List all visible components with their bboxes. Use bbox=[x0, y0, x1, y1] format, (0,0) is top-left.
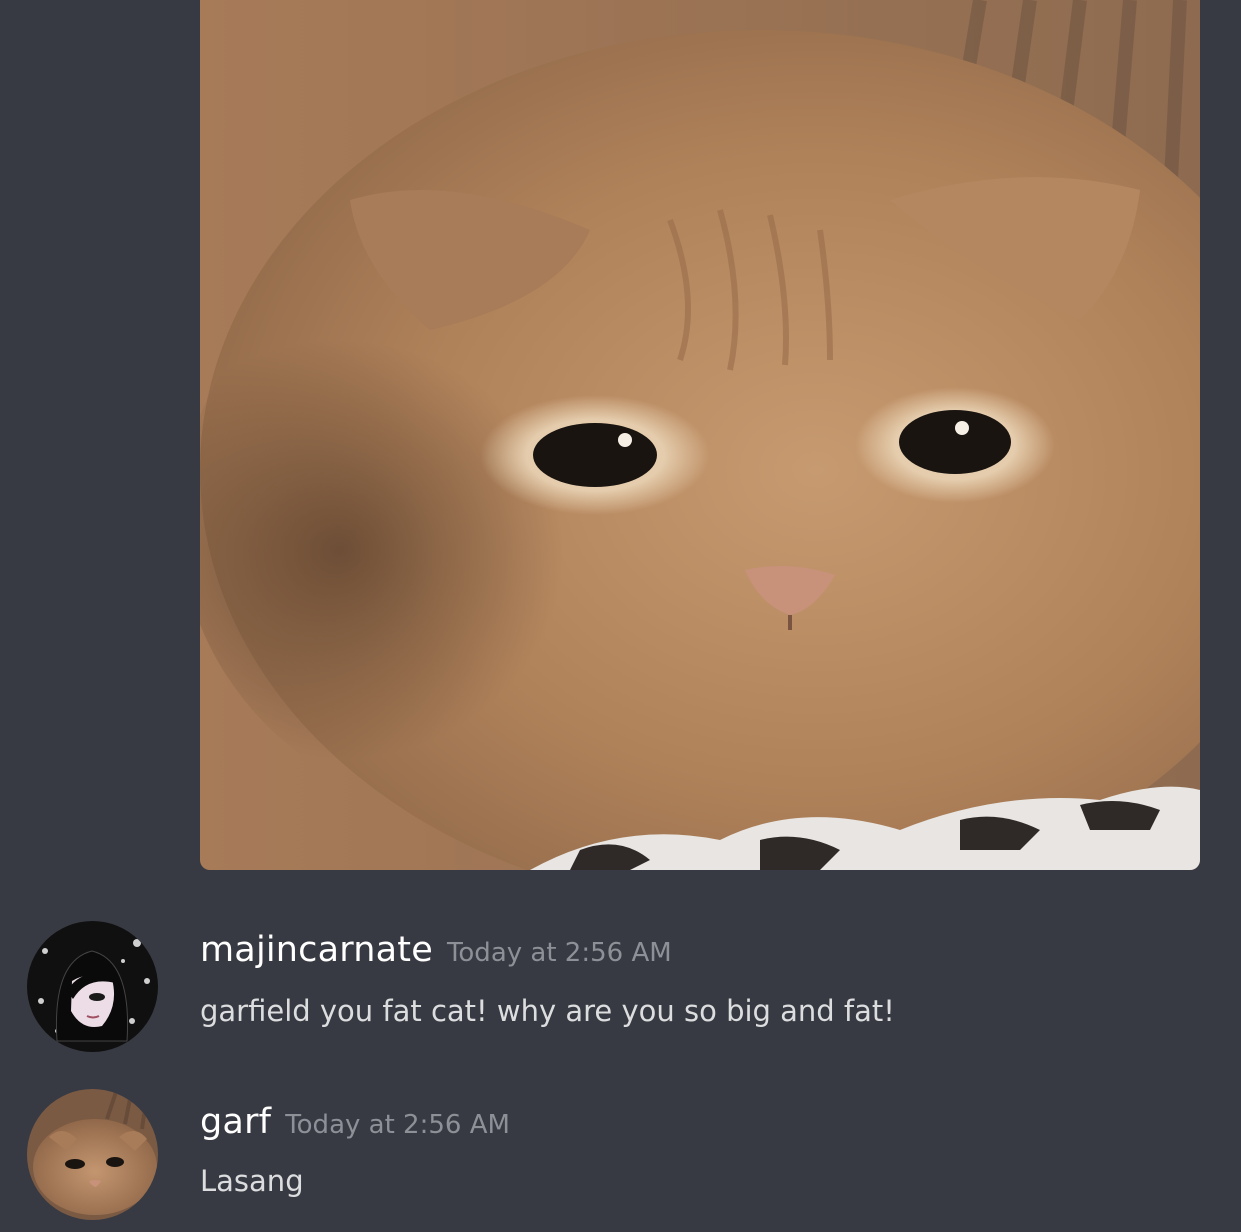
message-item: garf Today at 2:56 AM Lasang bbox=[0, 1088, 1241, 1232]
message-content: Lasang bbox=[200, 1164, 304, 1198]
timestamp: Today at 2:56 AM bbox=[285, 1110, 510, 1140]
image-attachment[interactable] bbox=[200, 0, 1200, 870]
timestamp: Today at 2:56 AM bbox=[446, 938, 672, 968]
message-item: majincarnate Today at 2:56 AM garfield yo… bbox=[0, 918, 1241, 1058]
anime-character-avatar-icon bbox=[27, 921, 158, 1052]
user-avatar[interactable] bbox=[27, 921, 158, 1052]
username[interactable]: garf bbox=[200, 1102, 271, 1142]
message-header: garf Today at 2:56 AM bbox=[200, 1102, 510, 1142]
message-header: majincarnate Today at 2:56 AM bbox=[200, 930, 672, 970]
username[interactable]: majincarnate bbox=[200, 930, 433, 970]
chat-view: majincarnate Today at 2:56 AM garfield yo… bbox=[0, 0, 1241, 1232]
cat-avatar-icon bbox=[27, 1089, 158, 1220]
user-avatar[interactable] bbox=[27, 1089, 158, 1220]
message-content: garfield you fat cat! why are you so big… bbox=[200, 994, 895, 1028]
cat-photo-icon bbox=[200, 0, 1200, 870]
